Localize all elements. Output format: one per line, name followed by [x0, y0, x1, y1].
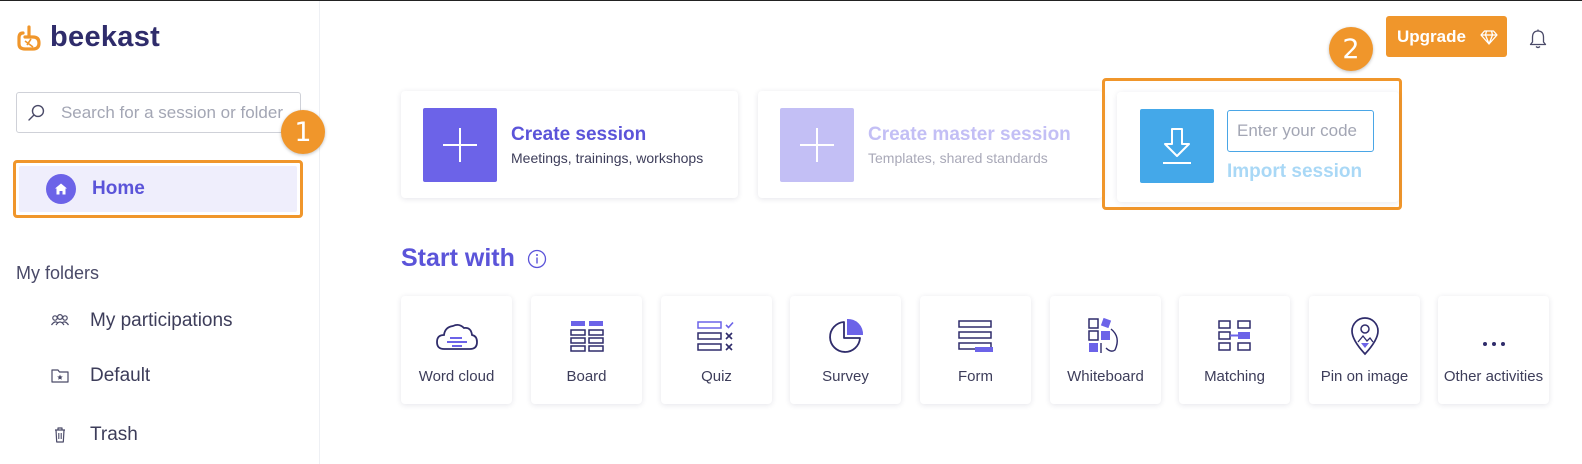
participants-icon — [51, 313, 69, 326]
activity-word-cloud[interactable]: Word cloud — [401, 296, 512, 404]
sidebar-item-my-participations[interactable]: My participations — [50, 310, 233, 332]
session-code-input[interactable] — [1227, 110, 1374, 152]
activity-matching[interactable]: Matching — [1179, 296, 1290, 404]
sidebar-item-default[interactable]: Default — [50, 365, 150, 387]
import-highlight: Import session — [1102, 78, 1402, 210]
activity-label: Survey — [822, 368, 869, 385]
whiteboard-icon — [1083, 316, 1129, 356]
plus-icon — [780, 108, 854, 182]
matching-icon — [1212, 316, 1258, 356]
upgrade-button-label: Upgrade — [1397, 26, 1466, 46]
form-icon — [953, 316, 999, 356]
search-input[interactable] — [60, 102, 300, 123]
activity-label: Word cloud — [418, 368, 495, 385]
notifications-bell-icon[interactable] — [1527, 28, 1549, 50]
import-session-button[interactable]: Import session — [1227, 161, 1362, 183]
search-box[interactable] — [16, 92, 301, 133]
sidebar-item-label: My participations — [90, 310, 233, 331]
survey-icon — [823, 316, 869, 356]
trash-icon — [55, 427, 65, 443]
create-master-session-title: Create master session — [868, 124, 1071, 145]
create-session-subtitle: Meetings, trainings, workshops — [511, 150, 704, 166]
activity-label: Quiz — [701, 368, 732, 385]
create-master-session-subtitle: Templates, shared standards — [868, 150, 1048, 166]
create-session-card[interactable]: Create session Meetings, trainings, work… — [401, 91, 738, 198]
my-folders-heading: My folders — [16, 263, 100, 283]
create-master-session-card[interactable]: Create master session Templates, shared … — [758, 91, 1103, 198]
folder-star-icon — [51, 369, 69, 383]
info-icon[interactable] — [527, 249, 547, 269]
create-session-title: Create session — [511, 124, 647, 145]
start-with-heading: Start with — [401, 244, 547, 273]
sidebar: beekast Home My folders My participation… — [0, 1, 320, 464]
home-highlight: Home — [13, 160, 303, 218]
sidebar-item-label: Trash — [90, 424, 138, 445]
sidebar-item-label: Default — [90, 365, 151, 386]
pin-on-image-icon — [1342, 316, 1388, 356]
activity-label: Other activities — [1443, 368, 1544, 385]
beekast-logo-icon — [17, 24, 41, 51]
activity-pin-on-image[interactable]: Pin on image — [1309, 296, 1420, 404]
annotation-badge-2: 2 — [1329, 27, 1373, 71]
activity-label: Pin on image — [1320, 368, 1409, 385]
activity-whiteboard[interactable]: Whiteboard — [1050, 296, 1161, 404]
activity-form[interactable]: Form — [920, 296, 1031, 404]
sidebar-item-trash[interactable]: Trash — [50, 424, 138, 446]
brand-logo[interactable]: beekast — [16, 21, 160, 54]
plus-icon — [423, 108, 497, 182]
activity-label: Matching — [1204, 368, 1265, 385]
search-icon — [28, 104, 45, 121]
activity-survey[interactable]: Survey — [790, 296, 901, 404]
download-icon[interactable] — [1140, 109, 1214, 183]
word-cloud-icon — [434, 316, 480, 356]
annotation-badge-1: 1 — [281, 110, 325, 154]
start-with-title: Start with — [401, 244, 515, 272]
diamond-icon — [1480, 29, 1498, 45]
activity-label: Board — [566, 368, 607, 385]
more-icon — [1471, 316, 1517, 356]
sidebar-item-home-label: Home — [92, 178, 145, 199]
sidebar-item-home[interactable]: Home — [19, 166, 297, 212]
activity-label: Whiteboard — [1067, 368, 1144, 385]
activity-board[interactable]: Board — [531, 296, 642, 404]
quiz-icon — [694, 316, 740, 356]
home-icon — [46, 174, 76, 204]
activity-other-activities[interactable]: Other activities — [1438, 296, 1549, 404]
brand-name: beekast — [50, 21, 161, 53]
activity-quiz[interactable]: Quiz — [661, 296, 772, 404]
upgrade-button[interactable]: Upgrade — [1386, 16, 1507, 57]
board-icon — [564, 316, 610, 356]
activity-label: Form — [958, 368, 993, 385]
import-session-card: Import session — [1117, 92, 1399, 202]
